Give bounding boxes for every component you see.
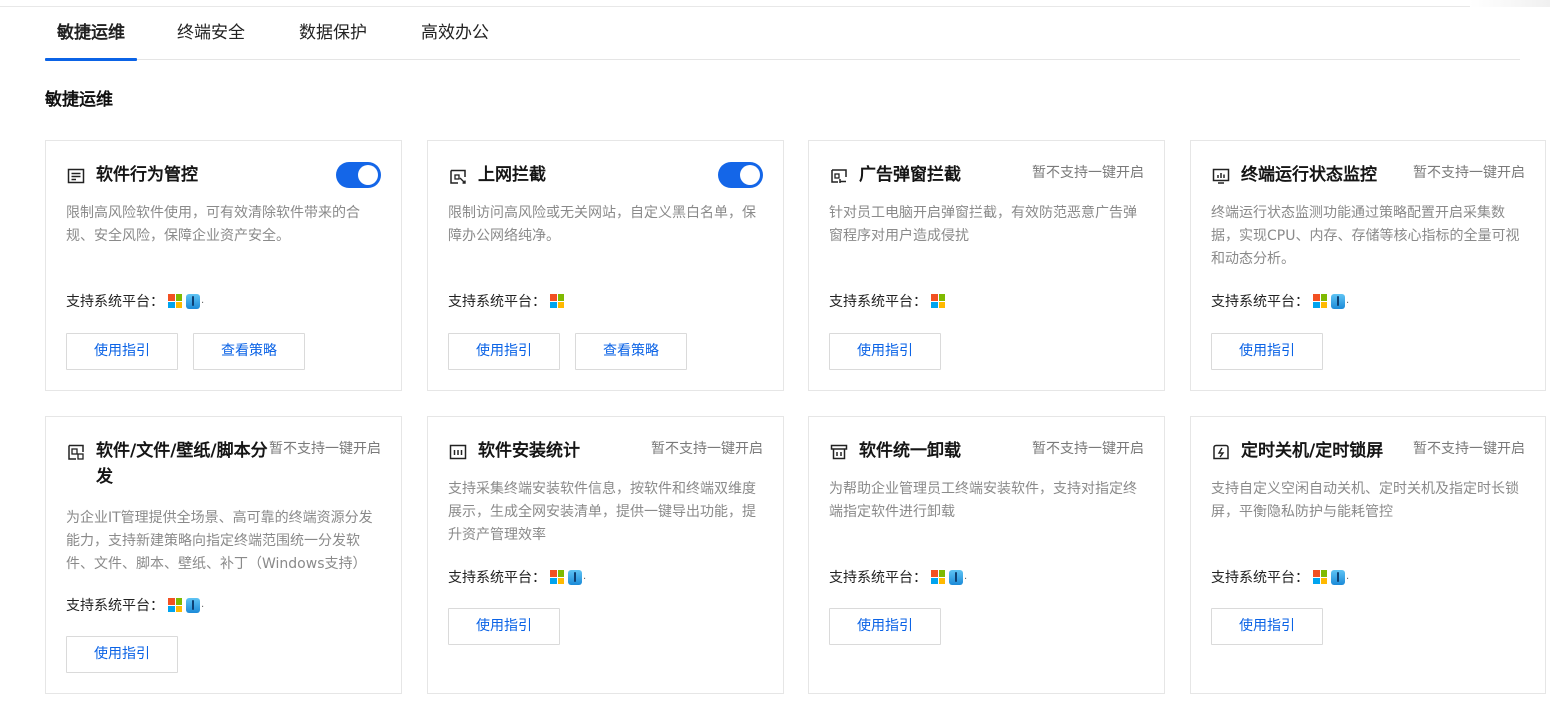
platform-row: 支持系统平台： bbox=[829, 291, 949, 311]
card-description: 限制访问高风险或无关网站，自定义黑白名单，保障办公网络纯净。 bbox=[448, 205, 756, 244]
platform-row: 支持系统平台： . bbox=[66, 291, 204, 311]
tab-data-protection[interactable]: 数据保护 bbox=[297, 8, 369, 60]
mac-icon bbox=[1331, 293, 1345, 309]
guide-button[interactable]: 使用指引 bbox=[448, 608, 560, 645]
mac-icon bbox=[1331, 569, 1345, 585]
platform-row: 支持系统平台： . bbox=[1211, 567, 1349, 587]
top-edge bbox=[0, 0, 1550, 7]
windows-icon bbox=[931, 294, 945, 308]
windows-icon bbox=[1313, 570, 1327, 584]
card-title: 终端运行状态监控 bbox=[1241, 165, 1377, 185]
unsupported-label: 暂不支持一键开启 bbox=[1032, 441, 1144, 457]
card-description: 支持自定义空闲自动关机、定时关机及指定时长锁屏，平衡隐私防护与能耗管控 bbox=[1211, 481, 1519, 520]
feature-card: 软件行为管控 限制高风险软件使用，可有效清除软件带来的合规、安全风险，保障企业资… bbox=[45, 140, 402, 391]
card-description: 支持采集终端安装软件信息，按软件和终端双维度展示，生成全网安装清单，提供一键导出… bbox=[448, 481, 756, 543]
card-title: 软件行为管控 bbox=[96, 165, 198, 185]
card-description: 针对员工电脑开启弹窗拦截，有效防范恶意广告弹窗程序对用户造成侵扰 bbox=[829, 205, 1137, 244]
feature-card: 广告弹窗拦截 暂不支持一键开启 针对员工电脑开启弹窗拦截，有效防范恶意广告弹窗程… bbox=[808, 140, 1165, 391]
card-title: 定时关机/定时锁屏 bbox=[1241, 441, 1384, 461]
feature-card: 软件统一卸载 暂不支持一键开启 为帮助企业管理员工终端安装软件，支持对指定终端指… bbox=[808, 416, 1165, 694]
card-title: 软件/文件/壁纸/脚本分发 bbox=[96, 441, 268, 487]
feature-card: 上网拦截 限制访问高风险或无关网站，自定义黑白名单，保障办公网络纯净。 支持系统… bbox=[427, 140, 784, 391]
guide-button[interactable]: 使用指引 bbox=[66, 333, 178, 370]
platform-label: 支持系统平台： bbox=[829, 294, 927, 310]
view-policy-button[interactable]: 查看策略 bbox=[193, 333, 305, 370]
guide-button[interactable]: 使用指引 bbox=[448, 333, 560, 370]
windows-icon bbox=[550, 294, 564, 308]
platform-label: 支持系统平台： bbox=[1211, 570, 1309, 586]
unsupported-label: 暂不支持一键开启 bbox=[651, 441, 763, 457]
feature-card: 终端运行状态监控 暂不支持一键开启 终端运行状态监测功能通过策略配置开启采集数据… bbox=[1190, 140, 1546, 391]
popup-block-icon bbox=[829, 166, 849, 186]
platform-label: 支持系统平台： bbox=[66, 598, 164, 614]
tab-efficient-office[interactable]: 高效办公 bbox=[419, 8, 491, 60]
windows-icon bbox=[1313, 294, 1327, 308]
monitor-icon bbox=[1211, 166, 1231, 186]
guide-button[interactable]: 使用指引 bbox=[1211, 608, 1323, 645]
platform-row: 支持系统平台： . bbox=[66, 595, 204, 615]
tab-bar: 敏捷运维 终端安全 数据保护 高效办公 bbox=[45, 8, 1520, 61]
card-description: 为帮助企业管理员工终端安装软件，支持对指定终端指定软件进行卸载 bbox=[829, 481, 1137, 520]
block-icon bbox=[448, 166, 468, 186]
uninstall-icon bbox=[829, 442, 849, 462]
mac-icon bbox=[568, 569, 582, 585]
enable-toggle[interactable] bbox=[336, 162, 381, 188]
windows-icon bbox=[168, 294, 182, 308]
card-description: 为企业IT管理提供全场景、高可靠的终端资源分发能力，支持新建策略向指定终端范围统… bbox=[66, 510, 373, 572]
platform-label: 支持系统平台： bbox=[829, 570, 927, 586]
unsupported-label: 暂不支持一键开启 bbox=[1032, 165, 1144, 181]
view-policy-button[interactable]: 查看策略 bbox=[575, 333, 687, 370]
platform-label: 支持系统平台： bbox=[448, 570, 546, 586]
distribute-icon bbox=[66, 442, 86, 462]
card-title: 软件统一卸载 bbox=[859, 441, 961, 461]
tab-agile-ops[interactable]: 敏捷运维 bbox=[45, 8, 137, 61]
list-icon bbox=[66, 166, 86, 186]
enable-toggle[interactable] bbox=[718, 162, 763, 188]
platform-row: 支持系统平台： . bbox=[448, 567, 586, 587]
mac-icon bbox=[186, 293, 200, 309]
timer-icon bbox=[1211, 442, 1231, 462]
unsupported-label: 暂不支持一键开启 bbox=[1413, 441, 1525, 457]
guide-button[interactable]: 使用指引 bbox=[66, 636, 178, 673]
card-title: 广告弹窗拦截 bbox=[859, 165, 961, 185]
windows-icon bbox=[550, 570, 564, 584]
tab-endpoint-security[interactable]: 终端安全 bbox=[175, 8, 247, 60]
card-description: 终端运行状态监测功能通过策略配置开启采集数据，实现CPU、内存、存储等核心指标的… bbox=[1211, 205, 1520, 267]
platform-row: 支持系统平台： bbox=[448, 291, 568, 311]
platform-row: 支持系统平台： . bbox=[1211, 291, 1349, 311]
card-description: 限制高风险软件使用，可有效清除软件带来的合规、安全风险，保障企业资产安全。 bbox=[66, 205, 360, 244]
guide-button[interactable]: 使用指引 bbox=[829, 333, 941, 370]
feature-card: 软件/文件/壁纸/脚本分发 暂不支持一键开启 为企业IT管理提供全场景、高可靠的… bbox=[45, 416, 402, 694]
section-title: 敏捷运维 bbox=[45, 90, 113, 110]
unsupported-label: 暂不支持一键开启 bbox=[269, 441, 381, 457]
platform-label: 支持系统平台： bbox=[66, 294, 164, 310]
guide-button[interactable]: 使用指引 bbox=[829, 608, 941, 645]
guide-button[interactable]: 使用指引 bbox=[1211, 333, 1323, 370]
mac-icon bbox=[949, 569, 963, 585]
feature-card: 定时关机/定时锁屏 暂不支持一键开启 支持自定义空闲自动关机、定时关机及指定时长… bbox=[1190, 416, 1546, 694]
platform-row: 支持系统平台： . bbox=[829, 567, 967, 587]
stats-icon bbox=[448, 442, 468, 462]
card-title: 上网拦截 bbox=[478, 165, 546, 185]
card-title: 软件安装统计 bbox=[478, 441, 580, 461]
unsupported-label: 暂不支持一键开启 bbox=[1413, 165, 1525, 181]
platform-label: 支持系统平台： bbox=[448, 294, 546, 310]
windows-icon bbox=[931, 570, 945, 584]
feature-card: 软件安装统计 暂不支持一键开启 支持采集终端安装软件信息，按软件和终端双维度展示… bbox=[427, 416, 784, 694]
platform-label: 支持系统平台： bbox=[1211, 294, 1309, 310]
windows-icon bbox=[168, 598, 182, 612]
mac-icon bbox=[186, 597, 200, 613]
